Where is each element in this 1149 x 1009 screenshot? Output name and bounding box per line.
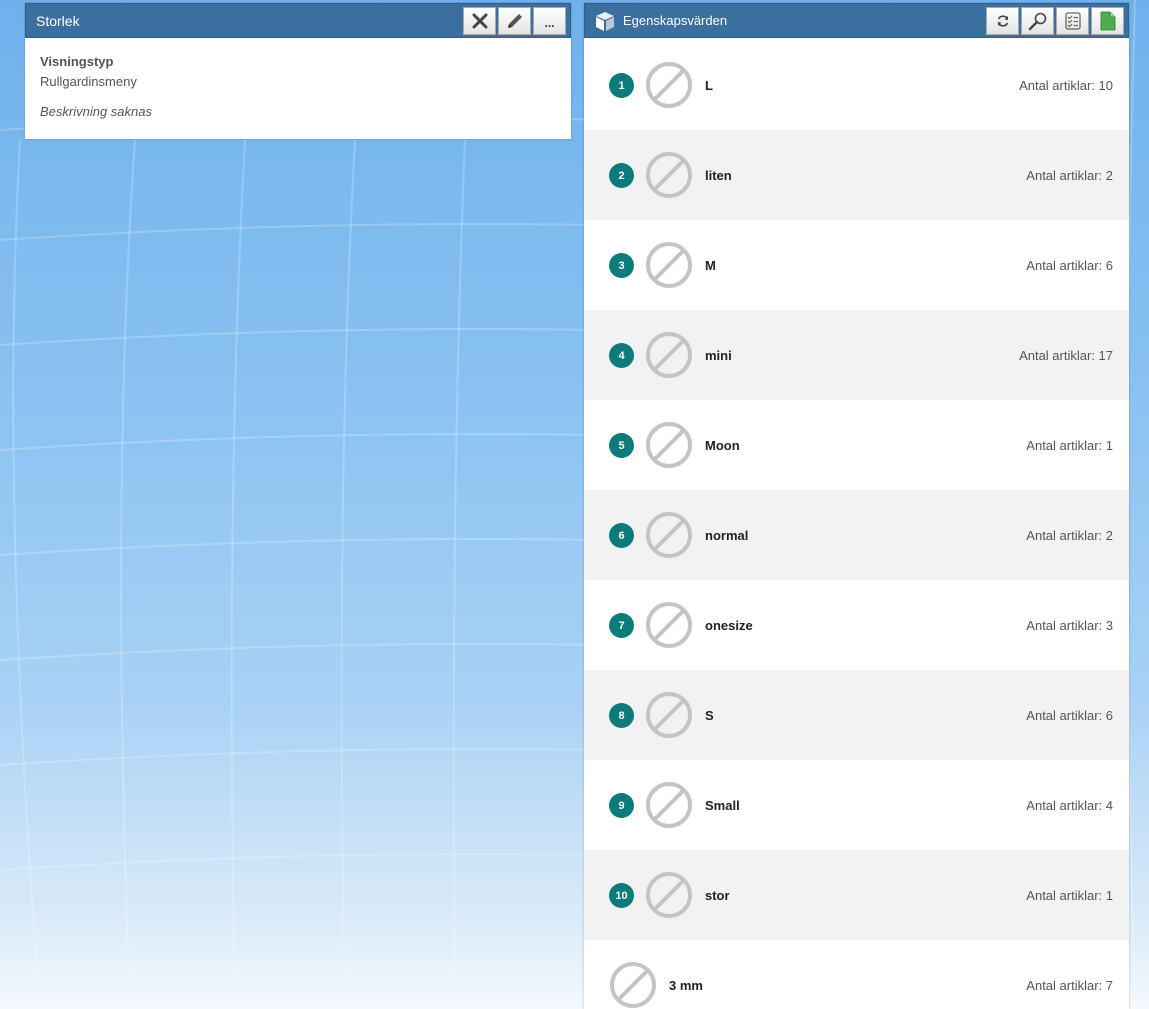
list-item[interactable]: 10 stor Antal artiklar: 1 <box>584 850 1129 940</box>
no-image-icon <box>646 422 692 468</box>
position-badge: 1 <box>609 73 634 98</box>
document-icon <box>1100 11 1115 31</box>
article-count: Antal artiklar: 17 <box>1019 348 1113 363</box>
list-item[interactable]: 4 mini Antal artiklar: 17 <box>584 310 1129 400</box>
values-toolbar <box>984 7 1124 35</box>
property-values-list: 1 L Antal artiklar: 10 2 liten Antal art… <box>584 40 1129 1009</box>
refresh-icon <box>997 15 1008 27</box>
article-count: Antal artiklar: 2 <box>1026 168 1113 183</box>
property-details: Visningstyp Rullgardinsmeny Beskrivning … <box>25 38 571 135</box>
position-badge: 10 <box>609 883 634 908</box>
close-icon <box>472 13 487 29</box>
more-button[interactable]: ... <box>533 7 566 35</box>
property-toolbar: ... <box>461 7 566 35</box>
article-count: Antal artiklar: 10 <box>1019 78 1113 93</box>
article-count: Antal artiklar: 7 <box>1026 978 1113 993</box>
checklist-icon <box>1064 12 1081 30</box>
article-count: Antal artiklar: 6 <box>1026 708 1113 723</box>
value-name: 3 mm <box>669 978 703 993</box>
value-name: normal <box>705 528 749 543</box>
no-image-icon <box>646 872 692 918</box>
no-image-icon <box>646 152 692 198</box>
article-count: Antal artiklar: 1 <box>1026 888 1113 903</box>
article-count: Antal artiklar: 2 <box>1026 528 1113 543</box>
position-badge: 3 <box>609 253 634 278</box>
position-badge: 8 <box>609 703 634 728</box>
property-title: Storlek <box>36 13 80 29</box>
no-image-icon <box>646 62 692 108</box>
value-name: M <box>705 258 716 273</box>
refresh-button[interactable] <box>986 7 1019 35</box>
description-text: Beskrivning saknas <box>40 104 152 119</box>
no-image-icon <box>646 512 692 558</box>
article-count: Antal artiklar: 6 <box>1026 258 1113 273</box>
value-name: stor <box>705 888 730 903</box>
more-label: ... <box>544 16 555 30</box>
edit-button[interactable] <box>498 7 531 35</box>
value-name: Small <box>705 798 740 813</box>
pencil-icon <box>507 14 522 28</box>
search-button[interactable] <box>1021 7 1054 35</box>
magnifier-icon <box>1028 12 1046 31</box>
article-count: Antal artiklar: 1 <box>1026 438 1113 453</box>
position-badge: 5 <box>609 433 634 458</box>
position-badge: 2 <box>609 163 634 188</box>
article-count: Antal artiklar: 4 <box>1026 798 1113 813</box>
list-item[interactable]: 3 M Antal artiklar: 6 <box>584 220 1129 310</box>
value-name: L <box>705 78 713 93</box>
no-image-icon <box>646 242 692 288</box>
property-panel: Storlek ... Visningstyp Rullgardinsmeny … <box>25 3 571 139</box>
value-name: mini <box>705 348 732 363</box>
value-name: liten <box>705 168 732 183</box>
value-name: onesize <box>705 618 753 633</box>
property-values-title: Egenskapsvärden <box>623 13 728 28</box>
position-badge: 6 <box>609 523 634 548</box>
no-image-icon <box>646 332 692 378</box>
list-item[interactable]: 8 S Antal artiklar: 6 <box>584 670 1129 760</box>
list-item[interactable]: 3 mm Antal artiklar: 7 <box>584 940 1129 1009</box>
no-image-icon <box>646 692 692 738</box>
position-badge: 7 <box>609 613 634 638</box>
position-badge: 9 <box>609 793 634 818</box>
position-badge: 4 <box>609 343 634 368</box>
list-item[interactable]: 6 normal Antal artiklar: 2 <box>584 490 1129 580</box>
property-values-titlebar: Egenskapsvärden <box>584 3 1129 38</box>
cubes-icon <box>596 12 614 31</box>
value-name: Moon <box>705 438 740 453</box>
article-count: Antal artiklar: 3 <box>1026 618 1113 633</box>
no-image-icon <box>646 782 692 828</box>
list-item[interactable]: 5 Moon Antal artiklar: 1 <box>584 400 1129 490</box>
checklist-button[interactable] <box>1056 7 1089 35</box>
list-item[interactable]: 9 Small Antal artiklar: 4 <box>584 760 1129 850</box>
property-values-panel: Egenskapsvärden 1 L Antal artiklar: 10 2… <box>584 3 1129 1009</box>
delete-button[interactable] <box>463 7 496 35</box>
list-item[interactable]: 1 L Antal artiklar: 10 <box>584 40 1129 130</box>
value-name: S <box>705 708 714 723</box>
property-panel-titlebar: Storlek ... <box>25 3 571 38</box>
no-image-icon <box>610 962 656 1008</box>
no-image-icon <box>646 602 692 648</box>
display-type-value: Rullgardinsmeny <box>40 74 137 89</box>
list-item[interactable]: 7 onesize Antal artiklar: 3 <box>584 580 1129 670</box>
display-type-label: Visningstyp <box>40 54 114 69</box>
list-item[interactable]: 2 liten Antal artiklar: 2 <box>584 130 1129 220</box>
new-document-button[interactable] <box>1091 7 1124 35</box>
